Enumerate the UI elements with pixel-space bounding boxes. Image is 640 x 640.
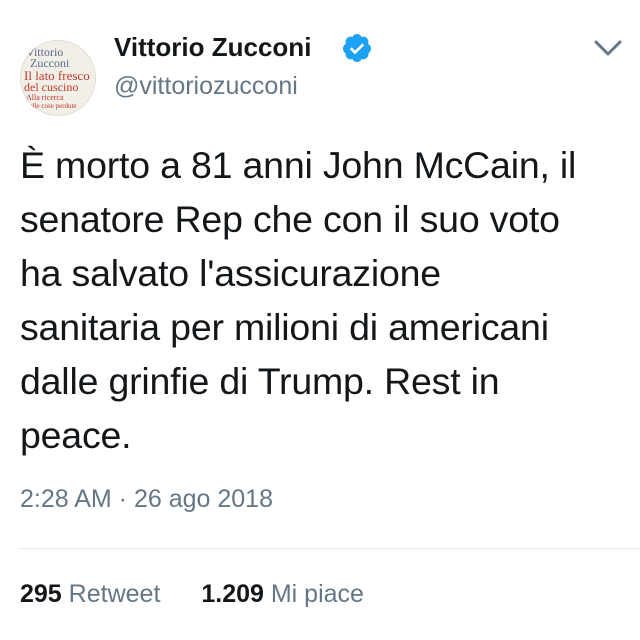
likes-stat[interactable]: 1.209 Mi piace [201,580,364,609]
avatar-text-line: Alla ricerca [26,93,64,102]
author-handle[interactable]: @vittoriozucconi [114,72,298,101]
tweet-detail: Vittorio Zucconi Il lato fresco del cusc… [0,0,640,640]
avatar-text-line: del cuscino [24,80,79,94]
likes-label: Mi piace [270,580,364,608]
likes-count: 1.209 [201,580,264,608]
divider [20,548,640,549]
avatar[interactable]: Vittorio Zucconi Il lato fresco del cusc… [20,40,96,116]
retweets-label: Retweet [68,580,161,608]
tweet-timestamp[interactable]: 2:28 AM · 26 ago 2018 [20,485,273,514]
avatar-book-cover: Vittorio Zucconi Il lato fresco del cusc… [20,40,96,116]
retweets-count: 295 [20,580,62,608]
tweet-text: È morto a 81 anni John McCain, il senato… [20,144,577,456]
avatar-text-line: delle cose perdute [26,102,77,110]
chevron-down-icon[interactable] [592,36,624,60]
verified-badge-icon [342,34,371,62]
retweets-stat[interactable]: 295 Retweet [20,580,160,609]
tweet-stats: 295 Retweet 1.209 Mi piace [20,580,364,609]
author-name[interactable]: Vittorio Zucconi [114,32,311,63]
